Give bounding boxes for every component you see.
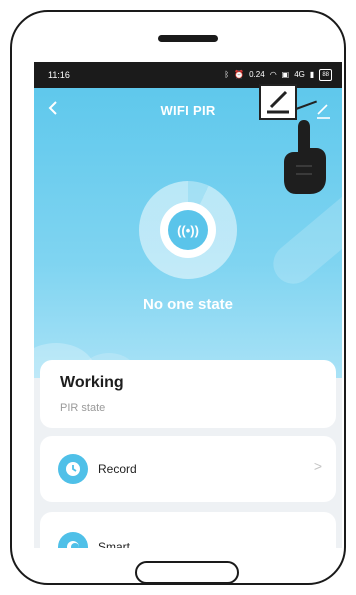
record-row[interactable]: Record > [40, 436, 336, 502]
smart-label: Smart [98, 540, 131, 548]
chevron-right-icon: > [313, 458, 322, 474]
clock-icon [58, 454, 88, 484]
phone-home-button[interactable] [135, 561, 239, 584]
sensor-button[interactable]: ((•)) [160, 202, 216, 258]
smart-icon [58, 532, 88, 548]
working-card: Working PIR state [40, 360, 336, 428]
wifi-icon: ◠ [269, 70, 277, 79]
alarm-icon: ⏰ [234, 70, 245, 79]
phone-speaker [158, 35, 218, 42]
status-icons: ᛒ ⏰ 0.24 ◠ ▣ 4G ▮ 88 [224, 69, 332, 81]
working-subtitle: PIR state [60, 402, 106, 414]
pointing-hand-icon [284, 120, 326, 194]
signal-icon: ▮ [309, 70, 315, 79]
smart-row[interactable]: Smart [40, 512, 336, 548]
state-text: No one state [142, 296, 233, 313]
working-title: Working [60, 374, 124, 391]
status-time: 11:16 [48, 70, 70, 80]
hd-icon: ▣ [281, 70, 290, 79]
decorative-stripe [265, 184, 342, 292]
record-label: Record [98, 462, 137, 476]
network-type: 4G [294, 70, 305, 79]
data-speed-icon: 0.24 [249, 70, 265, 79]
nfc-icon: ᛒ [224, 70, 230, 79]
battery-icon: 88 [319, 69, 332, 81]
pencil-icon [267, 90, 289, 114]
edit-callout [259, 84, 297, 120]
broadcast-icon: ((•)) [168, 210, 208, 250]
